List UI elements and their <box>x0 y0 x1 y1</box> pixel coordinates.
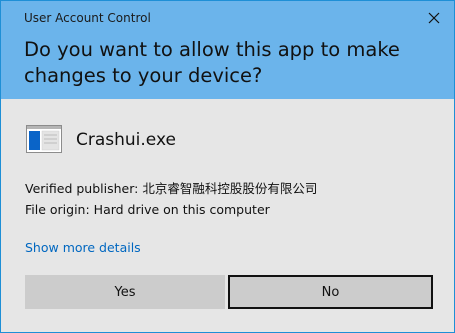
yes-button[interactable]: Yes <box>25 275 225 309</box>
file-origin-info: File origin: Hard drive on this computer <box>25 202 270 217</box>
close-icon <box>428 9 440 28</box>
app-window-icon <box>26 125 62 153</box>
dialog-header: User Account Control Do you want to allo… <box>1 1 454 99</box>
no-button[interactable]: No <box>228 275 433 309</box>
close-button[interactable] <box>424 8 444 28</box>
show-more-details-link[interactable]: Show more details <box>25 240 141 256</box>
uac-dialog: User Account Control Do you want to allo… <box>0 0 455 333</box>
window-title: User Account Control <box>24 11 151 25</box>
publisher-info: Verified publisher: 北京睿智融科控股股份有限公司 <box>25 181 318 196</box>
app-name: Crashui.exe <box>76 130 176 150</box>
no-button-label: No <box>321 284 340 300</box>
prompt-question: Do you want to allow this app to make ch… <box>24 38 400 87</box>
yes-button-label: Yes <box>114 284 136 300</box>
